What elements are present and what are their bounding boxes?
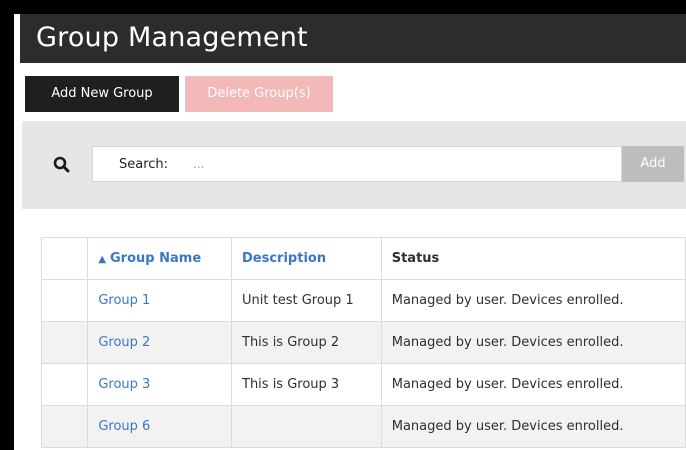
status-cell: Managed by user. Devices enrolled. [380, 363, 686, 406]
table-header-row: ▲ Group Name Description Status [40, 237, 686, 280]
app-frame: Group Management Add New Group Delete Gr… [0, 0, 686, 450]
group-name-link[interactable]: Group 1 [98, 293, 150, 308]
search-add-button[interactable]: Add [622, 146, 684, 182]
page-header: Group Management [20, 14, 686, 63]
delete-groups-button[interactable]: Delete Group(s) [185, 76, 333, 112]
group-name-cell: Group 6 [87, 405, 232, 448]
group-name-link[interactable]: Group 2 [98, 335, 150, 350]
search-icon [52, 155, 72, 175]
row-select-cell[interactable] [40, 321, 89, 364]
group-name-link[interactable]: Group 3 [98, 377, 150, 392]
description-cell: This is Group 2 [231, 321, 382, 364]
group-name-cell: Group 1 [87, 279, 232, 322]
search-input[interactable] [193, 152, 613, 176]
status-cell: Managed by user. Devices enrolled. [380, 405, 686, 448]
select-column-header[interactable] [40, 237, 89, 280]
search-label: Search: [119, 157, 169, 172]
table-row[interactable]: Group 2 This is Group 2 Managed by user.… [40, 321, 686, 364]
sort-ascending-icon: ▲ [98, 254, 107, 265]
column-label-group-name: Group Name [110, 251, 202, 266]
status-cell: Managed by user. Devices enrolled. [380, 279, 686, 322]
row-select-cell[interactable] [40, 363, 89, 406]
description-cell [231, 405, 382, 448]
description-cell: Unit test Group 1 [231, 279, 382, 322]
window-border-left [0, 0, 14, 450]
groups-table: ▲ Group Name Description Status Group 1 U… [40, 237, 686, 448]
search-panel: Search: Add [22, 121, 686, 209]
column-header-description[interactable]: Description [231, 237, 382, 280]
group-name-link[interactable]: Group 6 [98, 419, 150, 434]
table-row[interactable]: Group 3 This is Group 3 Managed by user.… [40, 363, 686, 406]
search-field: Search: [92, 146, 622, 182]
add-new-group-button[interactable]: Add New Group [25, 76, 179, 112]
group-name-cell: Group 2 [87, 321, 232, 364]
row-select-cell[interactable] [40, 405, 89, 448]
column-header-group-name[interactable]: ▲ Group Name [87, 237, 232, 280]
table-row[interactable]: Group 1 Unit test Group 1 Managed by use… [40, 279, 686, 322]
table-row[interactable]: Group 6 Managed by user. Devices enrolle… [40, 405, 686, 448]
window-border-top [0, 0, 686, 14]
description-cell: This is Group 3 [231, 363, 382, 406]
page-title: Group Management [36, 22, 308, 53]
column-label-status: Status [391, 251, 440, 266]
column-label-description: Description [242, 251, 327, 266]
group-name-cell: Group 3 [87, 363, 232, 406]
column-header-status: Status [380, 237, 686, 280]
status-cell: Managed by user. Devices enrolled. [380, 321, 686, 364]
row-select-cell[interactable] [40, 279, 89, 322]
